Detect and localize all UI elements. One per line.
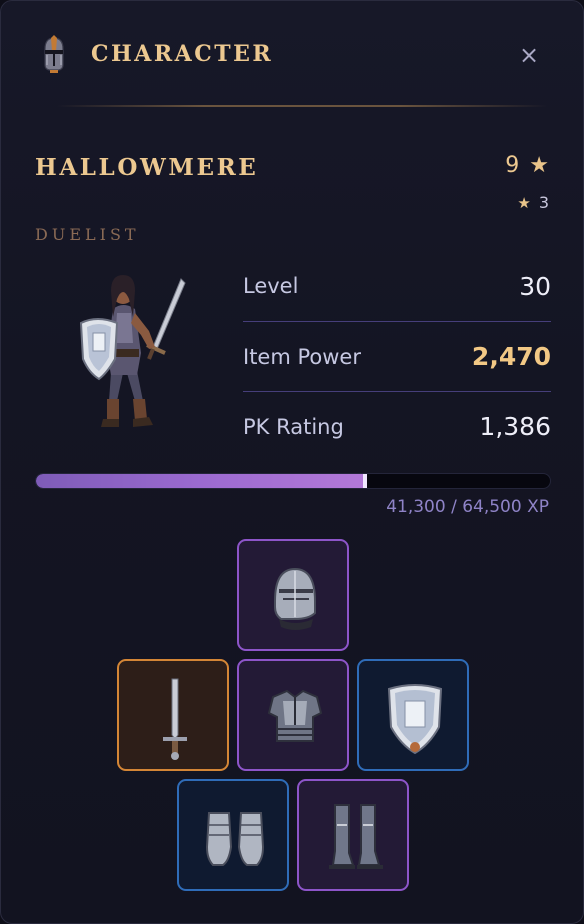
equipment-slot-chest[interactable] xyxy=(237,659,349,771)
stat-level: Level 30 xyxy=(243,251,551,321)
xp-progress-bar xyxy=(35,473,551,489)
stat-label: PK Rating xyxy=(243,414,344,439)
sub-star-rating: ★ 3 xyxy=(517,193,549,212)
stat-label: Item Power xyxy=(243,344,361,369)
knight-helm-icon xyxy=(44,35,64,73)
star-icon: ★ xyxy=(529,153,549,178)
character-name: HALLOWMERE xyxy=(35,154,259,181)
equipment-slot-head[interactable] xyxy=(237,539,349,651)
equipment-slot-weapon[interactable] xyxy=(117,659,229,771)
knight-helmet-icon xyxy=(274,567,316,630)
plate-armor-icon xyxy=(267,689,323,742)
longsword-icon xyxy=(163,678,187,760)
xp-progress-marker xyxy=(363,474,367,488)
stat-label: Level xyxy=(243,274,299,298)
panel-title: CHARACTER xyxy=(91,41,274,67)
equipment-slot-offhand[interactable] xyxy=(357,659,469,771)
star-count: 9 xyxy=(505,153,520,178)
stat-value: 1,386 xyxy=(479,412,551,441)
sub-star-count: 3 xyxy=(538,193,549,212)
kite-shield-icon xyxy=(387,684,443,755)
small-star-icon: ★ xyxy=(517,193,531,212)
xp-text: 41,300 / 64,500 XP xyxy=(386,497,549,517)
greaves-icon xyxy=(329,804,383,869)
character-panel: CHARACTER × HALLOWMERE 9 ★ ★ 3 DUELIST L… xyxy=(0,0,584,924)
gauntlets-icon xyxy=(205,812,265,866)
close-icon[interactable]: × xyxy=(517,43,541,67)
equipment-slot-feet[interactable] xyxy=(297,779,409,891)
character-class: DUELIST xyxy=(35,225,140,244)
star-rating: 9 ★ xyxy=(505,153,549,178)
stat-value: 2,470 xyxy=(471,342,551,371)
stat-pk-rating: PK Rating 1,386 xyxy=(243,391,551,461)
xp-progress-fill xyxy=(36,474,365,488)
panel-header: CHARACTER × xyxy=(39,35,555,75)
duelist-portrait xyxy=(79,275,186,427)
stats-list: Level 30 Item Power 2,470 PK Rating 1,38… xyxy=(243,251,551,461)
header-divider xyxy=(57,105,547,107)
stat-value: 30 xyxy=(519,271,551,301)
stat-item-power: Item Power 2,470 xyxy=(243,321,551,391)
equipment-slot-hands[interactable] xyxy=(177,779,289,891)
